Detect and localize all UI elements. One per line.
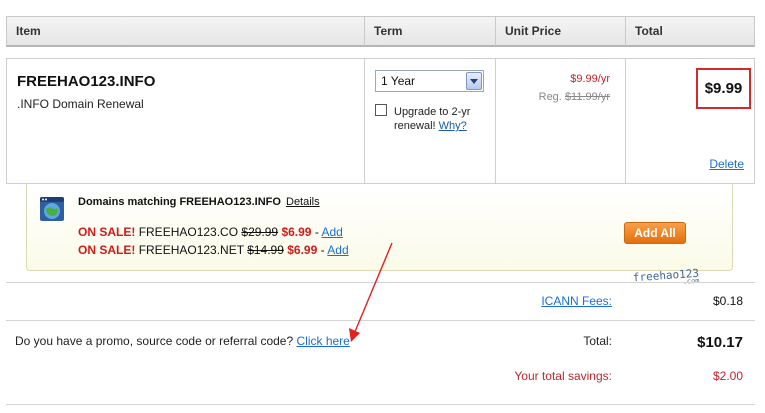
term-select[interactable]: 1 Year	[375, 70, 484, 92]
column-divider	[495, 59, 496, 183]
matching-title: Domains matching FREEHAO123.INFO Details	[78, 196, 320, 208]
offer-domain: FREEHAO123.CO	[138, 225, 239, 239]
cart-header-row: Item Term Unit Price Total	[6, 16, 755, 47]
icann-fees-link[interactable]: ICANN Fees:	[541, 294, 612, 308]
add-offer-link[interactable]: Add	[327, 243, 348, 257]
sale-offer-row: ON SALE! FREEHAO123.CO $29.99 $6.99 - Ad…	[78, 225, 343, 239]
delete-link[interactable]: Delete	[709, 157, 744, 171]
chevron-down-icon[interactable]	[466, 72, 482, 90]
column-divider	[364, 59, 365, 183]
summary-divider	[6, 320, 755, 321]
column-divider	[625, 59, 626, 183]
why-link[interactable]: Why?	[439, 120, 467, 132]
add-all-button[interactable]: Add All	[624, 222, 686, 244]
offer-new-price: $6.99	[287, 243, 318, 257]
watermark-logo: freehao123 .com	[632, 267, 699, 290]
on-sale-label: ON SALE!	[78, 243, 136, 257]
header-term: Term	[374, 24, 403, 38]
promo-question: Do you have a promo, source code or refe…	[15, 334, 350, 348]
sale-offer-row: ON SALE! FREEHAO123.NET $14.99 $6.99 - A…	[78, 243, 349, 257]
grand-total-label: Total:	[583, 334, 612, 348]
add-offer-link[interactable]: Add	[322, 225, 343, 239]
summary-divider	[6, 404, 755, 405]
unit-price: $9.99/yr	[570, 73, 610, 85]
reg-label: Reg.	[538, 91, 562, 103]
upgrade-checkbox[interactable]	[375, 104, 387, 116]
offer-old-price: $29.99	[241, 225, 279, 239]
promo-click-here-link[interactable]: Click here	[297, 334, 350, 348]
on-sale-label: ON SALE!	[78, 225, 136, 239]
header-unit-price: Unit Price	[505, 24, 562, 38]
details-link[interactable]: Details	[286, 196, 320, 208]
header-item: Item	[16, 24, 41, 38]
cart-item-row: FREEHAO123.INFO .INFO Domain Renewal 1 Y…	[6, 58, 755, 184]
item-total-highlight: $9.99	[696, 68, 751, 109]
promo-question-text: Do you have a promo, source code or refe…	[15, 334, 294, 348]
term-selected-value: 1 Year	[381, 74, 416, 88]
grand-total-value: $10.17	[697, 334, 743, 351]
item-domain-name: FREEHAO123.INFO	[17, 73, 156, 90]
offer-old-price: $14.99	[247, 243, 284, 257]
savings-value: $2.00	[712, 369, 743, 383]
upgrade-label: Upgrade to 2-yr renewal! Why?	[394, 105, 484, 133]
globe-window-icon	[40, 197, 64, 221]
offer-separator: -	[314, 225, 319, 239]
reg-price-value: $11.99/yr	[564, 91, 610, 103]
offer-separator: -	[320, 243, 325, 257]
icann-fees-value: $0.18	[712, 294, 743, 308]
item-total-price: $9.99	[704, 80, 743, 97]
regular-price: Reg. $11.99/yr	[539, 91, 610, 103]
summary-divider	[6, 282, 755, 283]
savings-label: Your total savings:	[514, 369, 612, 383]
header-total: Total	[635, 24, 663, 38]
matching-domains-panel: Domains matching FREEHAO123.INFO Details…	[26, 184, 733, 271]
offer-domain: FREEHAO123.NET	[138, 243, 244, 257]
item-description: .INFO Domain Renewal	[17, 97, 144, 111]
matching-title-text: Domains matching FREEHAO123.INFO	[78, 196, 281, 208]
offer-new-price: $6.99	[281, 225, 312, 239]
